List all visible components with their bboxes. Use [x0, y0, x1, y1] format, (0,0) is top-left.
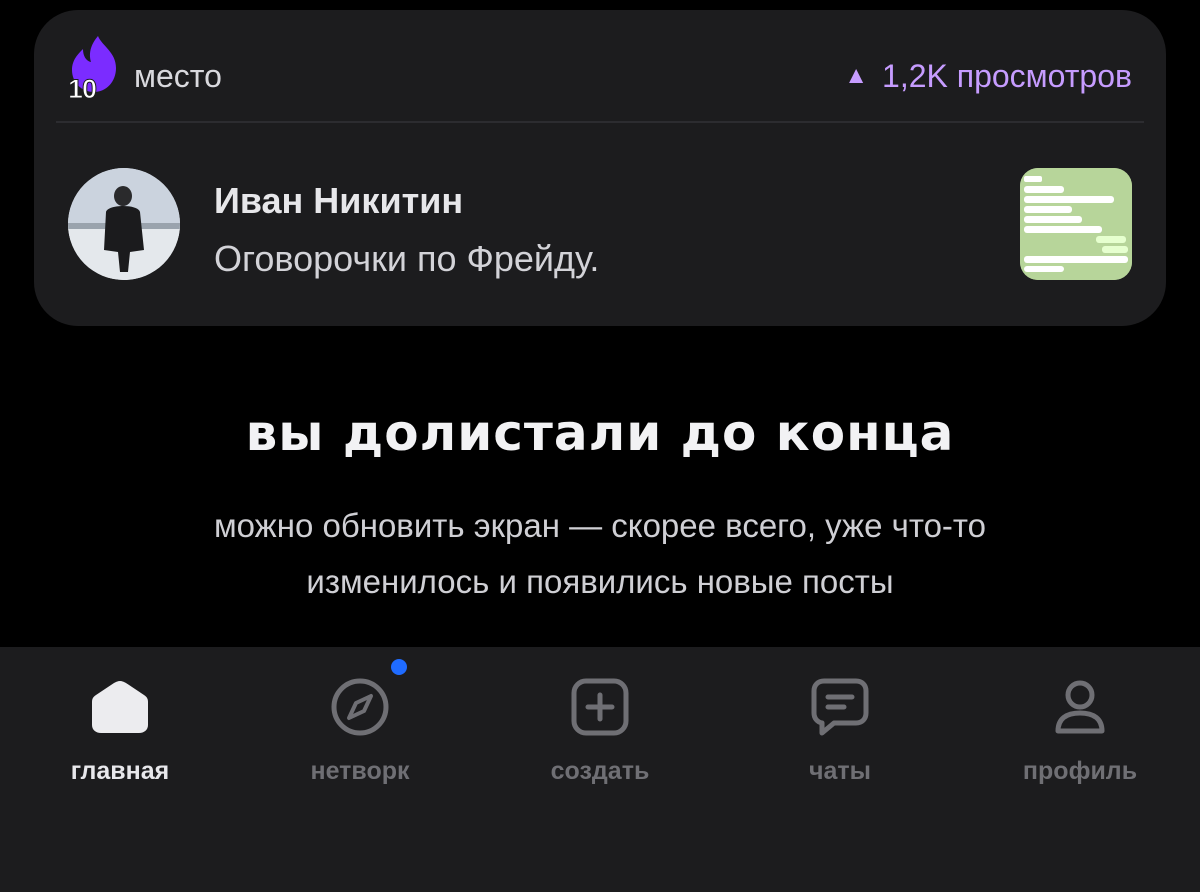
end-of-feed-title: вы долистали до конца: [245, 404, 955, 462]
views-count: ▲ 1,2K просмотров: [844, 58, 1132, 95]
tab-bar: главная нетворк создать чаты профиль: [0, 647, 1200, 892]
tab-chats-label: чаты: [808, 757, 871, 785]
chat-screenshot-image: [1020, 168, 1132, 280]
post-title[interactable]: Оговорочки по Фрейду.: [214, 238, 599, 280]
end-of-feed-subtitle: можно обновить экран — скорее всего, уже…: [213, 507, 987, 600]
compass-icon: [331, 678, 389, 736]
tab-network-label: нетворк: [310, 757, 410, 785]
rank-badge: 10: [67, 34, 124, 105]
home-icon: [92, 681, 148, 733]
tab-create-label: создать: [550, 757, 650, 785]
tab-network[interactable]: нетворк: [240, 647, 480, 807]
place-label: место: [134, 58, 222, 94]
views-label: 1,2K просмотров: [882, 58, 1132, 94]
chat-icon: [811, 678, 869, 736]
plus-square-icon: [571, 678, 629, 736]
tab-create[interactable]: создать: [480, 647, 720, 807]
rank-number: 10: [67, 74, 97, 105]
up-arrow-icon: ▲: [844, 61, 869, 89]
tab-home-label: главная: [70, 757, 170, 785]
tab-home[interactable]: главная: [0, 647, 240, 807]
tab-profile-label: профиль: [1022, 757, 1138, 785]
divider: [56, 121, 1144, 123]
tab-profile[interactable]: профиль: [960, 647, 1200, 807]
post-card-header: 10 место ▲ 1,2K просмотров: [34, 10, 1166, 132]
notification-dot: [391, 659, 407, 675]
profile-icon: [1055, 680, 1105, 734]
avatar-photo: [68, 168, 180, 280]
post-card[interactable]: 10 место ▲ 1,2K просмотров Иван Никитин …: [34, 10, 1166, 326]
tab-chats[interactable]: чаты: [720, 647, 960, 807]
author-name[interactable]: Иван Никитин: [214, 180, 463, 222]
post-thumbnail[interactable]: [1020, 168, 1132, 280]
avatar[interactable]: [68, 168, 180, 280]
